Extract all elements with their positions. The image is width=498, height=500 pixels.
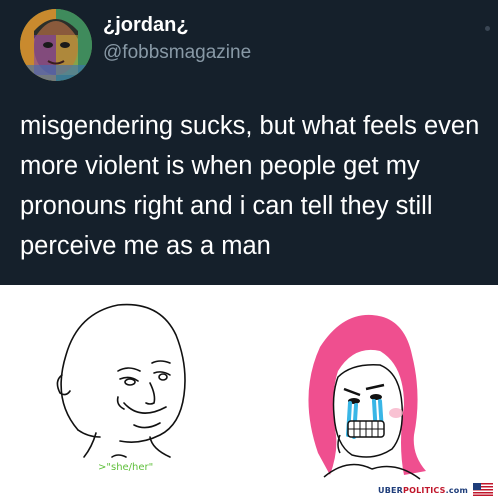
- tweet-card: ¿jordan¿ @fobbsmagazine misgendering suc…: [0, 0, 498, 285]
- wojak-drawing: [56, 303, 186, 458]
- more-options-icon[interactable]: [485, 26, 490, 31]
- watermark-main: POLITICS: [403, 486, 446, 495]
- username-handle[interactable]: @fobbsmagazine: [103, 42, 251, 64]
- avatar-image: [20, 9, 92, 81]
- meme-image: >"she/her" UBERPOLITICS.com: [0, 285, 498, 500]
- tweet-text: misgendering sucks, but what feels even …: [20, 112, 480, 260]
- display-name[interactable]: ¿jordan¿: [103, 14, 189, 37]
- watermark: UBERPOLITICS.com: [378, 486, 468, 495]
- crying-pink-hair-drawing: [308, 314, 426, 480]
- meme-drawings: [56, 303, 426, 480]
- meme-caption: >"she/her": [98, 462, 154, 473]
- watermark-prefix: UBER: [378, 486, 404, 495]
- avatar[interactable]: [20, 9, 92, 81]
- watermark-suffix: .com: [445, 486, 469, 495]
- us-flag-icon: [473, 483, 493, 496]
